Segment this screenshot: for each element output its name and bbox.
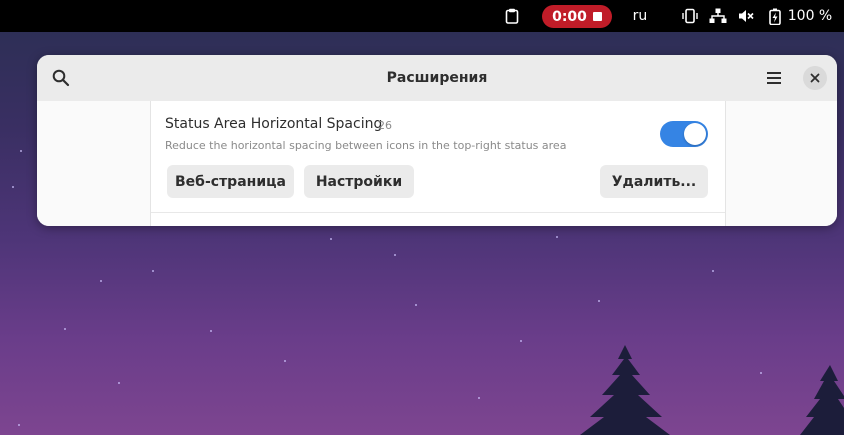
star xyxy=(152,270,154,272)
pine-tree-silhouette xyxy=(580,345,670,435)
star xyxy=(760,372,762,374)
extension-name: Status Area Horizontal Spacing xyxy=(165,116,383,132)
star xyxy=(284,360,286,362)
top-bar: 0:00 ru 100 % xyxy=(0,0,844,32)
star xyxy=(330,238,332,240)
network-wired-icon[interactable] xyxy=(707,0,729,32)
settings-button[interactable]: Настройки xyxy=(304,165,414,198)
star xyxy=(415,304,417,306)
extension-list: Status Area Horizontal Spacing 26 Reduce… xyxy=(150,101,726,226)
star xyxy=(64,328,66,330)
recording-time: 0:00 xyxy=(552,8,587,25)
window-title: Расширения xyxy=(386,70,488,86)
star xyxy=(394,254,396,256)
star xyxy=(598,300,600,302)
screen-recording-indicator[interactable]: 0:00 xyxy=(542,5,612,28)
header-bar: Расширения xyxy=(37,55,837,101)
star xyxy=(100,280,102,282)
clipboard-icon[interactable] xyxy=(502,0,522,32)
star xyxy=(712,270,714,272)
row-divider xyxy=(151,212,725,213)
extensions-content: Status Area Horizontal Spacing 26 Reduce… xyxy=(37,101,837,226)
extensions-window: Расширения Status Area Horizontal Spacin… xyxy=(37,55,837,226)
website-button[interactable]: Веб-страница xyxy=(167,165,294,198)
star xyxy=(478,397,480,399)
star xyxy=(520,340,522,342)
extension-enable-toggle[interactable] xyxy=(660,121,708,147)
extension-version: 26 xyxy=(378,119,392,132)
battery-percentage: 100 % xyxy=(787,8,833,24)
close-icon xyxy=(810,73,820,83)
close-button[interactable] xyxy=(803,66,827,90)
pine-tree-silhouette xyxy=(800,365,844,435)
star xyxy=(18,424,20,426)
keyboard-layout-indicator[interactable]: ru xyxy=(628,0,652,32)
search-icon xyxy=(52,69,70,87)
screen-rotation-icon[interactable] xyxy=(680,0,700,32)
extension-description: Reduce the horizontal spacing between ic… xyxy=(165,139,567,152)
main-menu-button[interactable] xyxy=(758,62,790,94)
remove-button[interactable]: Удалить... xyxy=(600,165,708,198)
star xyxy=(210,330,212,332)
star xyxy=(556,236,558,238)
volume-muted-icon[interactable] xyxy=(736,0,756,32)
battery-charging-icon[interactable] xyxy=(766,0,784,32)
search-button[interactable] xyxy=(45,62,77,94)
star xyxy=(20,150,22,152)
hamburger-menu-icon xyxy=(767,72,781,84)
toggle-knob xyxy=(684,123,706,145)
record-stop-icon xyxy=(592,12,602,21)
star xyxy=(12,186,14,188)
star xyxy=(118,382,120,384)
